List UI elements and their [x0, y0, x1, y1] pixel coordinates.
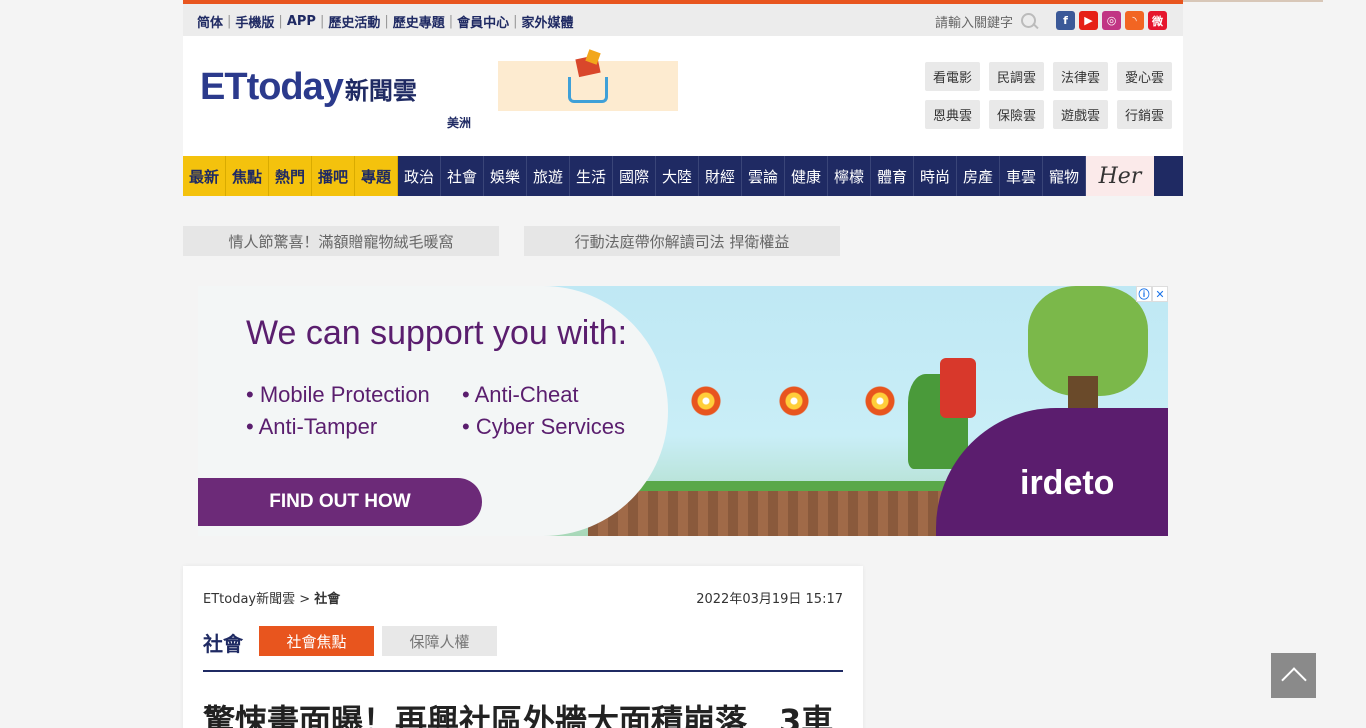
nav-her-logo[interactable]: Her [1086, 156, 1154, 196]
nav-item[interactable]: 房產 [957, 156, 1000, 196]
nav-item[interactable]: 寵物 [1043, 156, 1086, 196]
nav-item[interactable]: 體育 [871, 156, 914, 196]
nav-item[interactable]: 娛樂 [484, 156, 527, 196]
ad-feature: • Anti-Cheat [462, 382, 579, 407]
cloud-button-games[interactable]: 遊戲雲 [1053, 100, 1108, 129]
tab-human-rights[interactable]: 保障人權 [382, 626, 497, 656]
cloud-button-law[interactable]: 法律雲 [1053, 62, 1108, 91]
ad-feature: • Mobile Protection [246, 382, 430, 407]
ad-brand-logo: irdeto [1020, 464, 1115, 502]
nav-item[interactable]: 車雲 [1000, 156, 1043, 196]
nav-item[interactable]: 大陸 [656, 156, 699, 196]
tab-society-focus[interactable]: 社會焦點 [259, 626, 374, 656]
cloud-button-grace[interactable]: 恩典雲 [925, 100, 980, 129]
ad-choice-icons: ⓘ ✕ [1136, 286, 1168, 302]
cloud-button-insurance[interactable]: 保險雲 [989, 100, 1044, 129]
breadcrumb-home[interactable]: ETtoday新聞雲 [203, 592, 295, 607]
link-past-topics[interactable]: 歷史專題 [393, 12, 445, 31]
link-app[interactable]: APP [287, 14, 316, 29]
nav-hot-item[interactable]: 熱門 [269, 156, 312, 196]
nav-hot-item[interactable]: 播吧 [312, 156, 355, 196]
ad-feature-list: • Mobile Protection • Anti-Cheat • Anti-… [246, 382, 662, 440]
category-title: 社會 [203, 632, 243, 656]
cloud-button-charity[interactable]: 愛心雲 [1117, 62, 1172, 91]
fireball-icon [676, 386, 726, 416]
separator: | [448, 14, 454, 29]
site-header: ET today 新聞雲 美洲 看電影 民調雲 法律雲 愛心雲 恩典雲 保險雲 … [183, 36, 1183, 156]
main-nav: 最新 焦點 熱門 播吧 專題 政治 社會 娛樂 旅遊 生活 國際 大陸 財經 雲論 健康 檸檬 體育 時尚 房產 車雲… [183, 156, 1183, 196]
advertisement-banner[interactable]: We can support you with: • Mobile Protec… [198, 286, 1168, 536]
shopping-basket-icon [568, 77, 608, 103]
cloud-button-polls[interactable]: 民調雲 [989, 62, 1044, 91]
nav-item[interactable]: 健康 [785, 156, 828, 196]
article-headline: 驚悚畫面曝！再興社區外牆大面積崩落 3車 [203, 702, 834, 728]
breadcrumb-section[interactable]: 社會 [314, 592, 340, 607]
nav-hot-item[interactable]: 專題 [355, 156, 398, 196]
instagram-icon[interactable]: ◎ [1102, 11, 1121, 30]
nav-item[interactable]: 生活 [570, 156, 613, 196]
nav-hot-item[interactable]: 最新 [183, 156, 226, 196]
ad-feature: • Cyber Services [462, 414, 625, 439]
cloud-button-marketing[interactable]: 行銷雲 [1117, 100, 1172, 129]
ad-info-icon[interactable]: ⓘ [1136, 286, 1152, 302]
region-label[interactable]: 美洲 [447, 114, 471, 131]
ad-close-icon[interactable]: ✕ [1152, 286, 1168, 302]
pixel-rider [940, 358, 976, 418]
youtube-icon[interactable]: ▶ [1079, 11, 1098, 30]
top-utility-bar: 简体 | 手機版 | APP | 歷史活動 | 歷史專題 | 會員中心 | 家外媒體 請輸入… [183, 4, 1183, 36]
logo-today: today [246, 66, 344, 108]
nav-item[interactable]: 社會 [441, 156, 484, 196]
divider [203, 670, 843, 672]
promo-link-court[interactable]: 行動法庭帶你解讀司法 捍衛權益 [524, 226, 840, 256]
breadcrumb-separator: > [295, 592, 315, 607]
facebook-icon[interactable]: f [1056, 11, 1075, 30]
nav-item[interactable]: 國際 [613, 156, 656, 196]
publish-date: 2022年03月19日 15:17 [696, 592, 843, 607]
article-card: ETtoday新聞雲 > 社會 2022年03月19日 15:17 社會 社會焦… [183, 566, 863, 728]
nav-item[interactable]: 檸檬 [828, 156, 871, 196]
nav-item[interactable]: 時尚 [914, 156, 957, 196]
separator: | [227, 14, 232, 29]
ad-feature: • Anti-Tamper [246, 414, 378, 439]
logo-et: ET [200, 66, 248, 108]
ad-headline: We can support you with: [246, 314, 628, 352]
header-promo-banner[interactable] [498, 61, 678, 111]
nav-hot-item[interactable]: 焦點 [226, 156, 269, 196]
search-placeholder[interactable]: 請輸入關鍵字 [935, 12, 1013, 31]
back-to-top-button[interactable] [1271, 653, 1316, 698]
nav-item[interactable]: 政治 [398, 156, 441, 196]
link-external-media[interactable]: 家外媒體 [522, 12, 574, 31]
link-mobile[interactable]: 手機版 [235, 12, 274, 31]
nav-item[interactable]: 財經 [699, 156, 742, 196]
weibo-icon[interactable]: 微 [1148, 11, 1167, 30]
separator: | [278, 14, 283, 29]
search-box[interactable]: 請輸入關鍵字 [935, 12, 1039, 31]
social-icons: f ▶ ◎ ◝ 微 [1056, 11, 1167, 30]
fireball-icon [764, 386, 814, 416]
nav-item[interactable]: 旅遊 [527, 156, 570, 196]
logo-cloud-text: 新聞雲 [344, 77, 417, 105]
top-links: 简体 | 手機版 | APP | 歷史活動 | 歷史專題 | 會員中心 | 家外媒體 [197, 12, 574, 31]
link-simplified[interactable]: 简体 [197, 12, 223, 31]
ad-cta-button[interactable]: FIND OUT HOW [198, 478, 482, 526]
top-accent-bar-tail [1183, 0, 1323, 2]
fireball-icon [850, 386, 900, 416]
cloud-button-movies[interactable]: 看電影 [925, 62, 980, 91]
site-logo[interactable]: ET today 新聞雲 [200, 66, 417, 109]
separator: | [319, 14, 325, 29]
promo-link-pet[interactable]: 情人節驚喜！滿額贈寵物絨毛暖窩 [183, 226, 499, 256]
link-member-center[interactable]: 會員中心 [457, 12, 509, 31]
nav-item[interactable]: 雲論 [742, 156, 785, 196]
breadcrumb: ETtoday新聞雲 > 社會 [203, 588, 340, 607]
separator: | [384, 14, 389, 29]
rss-icon[interactable]: ◝ [1125, 11, 1144, 30]
link-past-events[interactable]: 歷史活動 [328, 12, 380, 31]
cloud-service-buttons: 看電影 民調雲 法律雲 愛心雲 恩典雲 保險雲 遊戲雲 行銷雲 [925, 62, 1172, 129]
separator: | [513, 14, 518, 29]
search-icon[interactable] [1021, 12, 1039, 31]
